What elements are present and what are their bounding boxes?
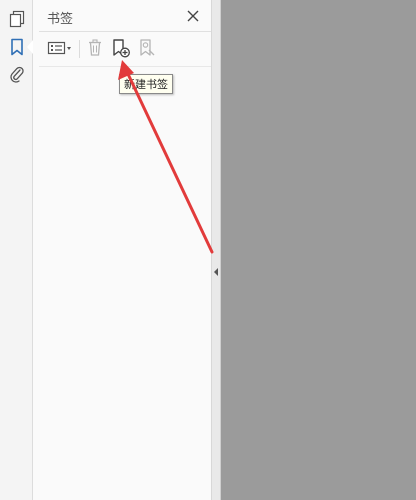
bookmark-icon[interactable] — [6, 36, 33, 58]
panel-divider — [39, 31, 211, 32]
panel-splitter[interactable] — [212, 0, 221, 500]
close-icon — [187, 10, 199, 22]
collapse-panel-icon[interactable] — [214, 268, 218, 276]
close-panel-button[interactable] — [183, 6, 203, 26]
bookmark-toolbar — [33, 34, 212, 64]
new-bookmark-button[interactable] — [110, 36, 132, 60]
toolbar-divider — [39, 66, 211, 67]
bookmark-goto-button[interactable] — [137, 36, 157, 60]
paperclip-icon[interactable] — [6, 64, 28, 86]
bookmark-options-icon — [47, 41, 71, 55]
panel-title: 书签 — [47, 12, 74, 27]
bookmark-options-button[interactable] — [47, 36, 73, 60]
sidebar-rail — [0, 0, 33, 500]
bookmark-goto-icon — [140, 39, 155, 56]
toolbar-separator — [79, 40, 80, 58]
new-bookmark-tooltip: 新建书签 — [119, 74, 173, 94]
new-bookmark-icon — [113, 39, 130, 58]
delete-bookmark-button[interactable] — [85, 36, 105, 60]
pages-icon[interactable] — [6, 8, 28, 30]
document-area — [221, 0, 416, 500]
trash-icon — [89, 39, 101, 56]
